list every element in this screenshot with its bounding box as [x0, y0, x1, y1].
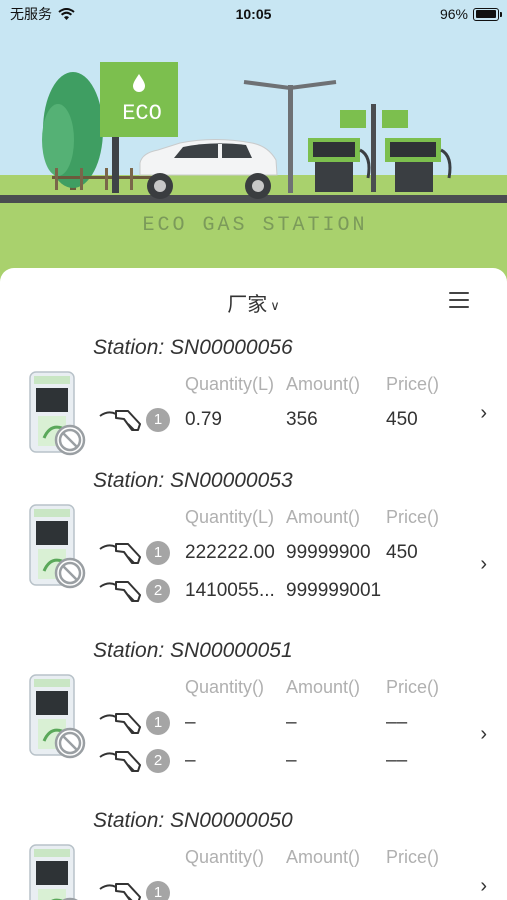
amount-value: 99999900: [286, 542, 371, 563]
status-bar: 无服务 10:05 96%: [0, 0, 507, 28]
chevron-right-icon[interactable]: ›: [480, 402, 487, 425]
nozzle-row: 1 222222.00 99999900 450: [98, 539, 478, 567]
price-value: ––: [386, 750, 408, 771]
price-value: 450: [386, 409, 418, 430]
chevron-right-icon[interactable]: ›: [480, 723, 487, 746]
nozzle-row: 1– – ––: [98, 709, 478, 737]
fuel-nozzle-icon: [98, 709, 144, 737]
battery-icon: [473, 7, 502, 21]
battery-level: [475, 10, 496, 18]
col-amount: Amount(): [286, 677, 361, 697]
nozzle-number: 1: [146, 541, 170, 565]
fuel-pump-icon: [26, 368, 88, 456]
eco-gas-station-banner: ECO ECO GAS STATION: [0, 0, 507, 290]
nozzle-number: 1: [146, 881, 170, 900]
chevron-right-icon[interactable]: ›: [480, 875, 487, 898]
wifi-icon: [58, 7, 75, 20]
nozzle-row: 1 0.79 356 450: [98, 406, 478, 434]
station-title: Station: SN00000053: [93, 469, 293, 492]
price-value: ––: [386, 712, 408, 733]
nozzle-number: 2: [146, 749, 170, 773]
fuel-nozzle-icon: [98, 747, 144, 775]
fuel-pump-icon: [26, 841, 88, 900]
nozzle-number: 1: [146, 408, 170, 432]
fuel-pump-icon: [26, 671, 88, 759]
station-title: Station: SN00000050: [93, 809, 293, 832]
quantity-value: 222222.00: [185, 542, 275, 563]
chevron-right-icon[interactable]: ›: [480, 553, 487, 576]
nozzle-row: 2 1410055... 999999001: [98, 577, 478, 605]
col-price: Price(): [386, 374, 439, 394]
clock: 10:05: [235, 6, 272, 22]
toolbar: 厂家 ∨: [0, 268, 507, 338]
station-list-panel: 厂家 ∨ Station: SN00000056 Quantity(L) Amount…: [0, 268, 507, 900]
nozzle-number: 1: [146, 711, 170, 735]
nozzle-number: 2: [146, 579, 170, 603]
eco-sign-text: ECO: [122, 101, 162, 126]
quantity-value: –: [185, 750, 196, 771]
quantity-value: 0.79: [185, 409, 222, 430]
manufacturer-label: 厂家: [227, 294, 268, 316]
menu-icon[interactable]: [449, 292, 469, 308]
carrier-label: 无服务: [10, 6, 52, 22]
fuel-nozzle-icon: [98, 577, 144, 605]
station-title: Station: SN00000056: [93, 336, 293, 359]
fuel-nozzle-icon: [98, 406, 144, 434]
col-amount: Amount(): [286, 507, 361, 527]
fuel-nozzle-icon: [98, 539, 144, 567]
amount-value: 999999001: [286, 580, 382, 601]
station-caption: ECO GAS STATION: [142, 214, 367, 237]
station-title: Station: SN00000051: [93, 639, 293, 662]
amount-value: 356: [286, 409, 318, 430]
amount-value: –: [286, 750, 297, 771]
fuel-nozzle-icon: [98, 879, 144, 900]
col-quantity: Quantity(L): [185, 507, 275, 527]
col-price: Price(): [386, 677, 439, 697]
battery-percent: 96%: [439, 6, 468, 22]
quantity-value: 1410055...: [185, 580, 275, 601]
col-quantity: Quantity(): [185, 677, 265, 697]
quantity-value: –: [185, 712, 196, 733]
nozzle-row: 1: [98, 879, 478, 900]
chevron-down-icon: ∨: [270, 297, 280, 313]
nozzle-row: 2– – ––: [98, 747, 478, 775]
banner-illustration: ECO ECO GAS STATION: [0, 0, 507, 290]
col-amount: Amount(): [286, 374, 361, 394]
price-value: 450: [386, 542, 418, 563]
amount-value: –: [286, 712, 297, 733]
col-price: Price(): [386, 507, 439, 527]
col-price: Price(): [386, 847, 439, 867]
col-quantity: Quantity(): [185, 847, 265, 867]
manufacturer-dropdown[interactable]: 厂家 ∨: [0, 288, 507, 317]
fuel-pump-icon: [26, 501, 88, 589]
col-amount: Amount(): [286, 847, 361, 867]
col-quantity: Quantity(L): [185, 374, 275, 394]
